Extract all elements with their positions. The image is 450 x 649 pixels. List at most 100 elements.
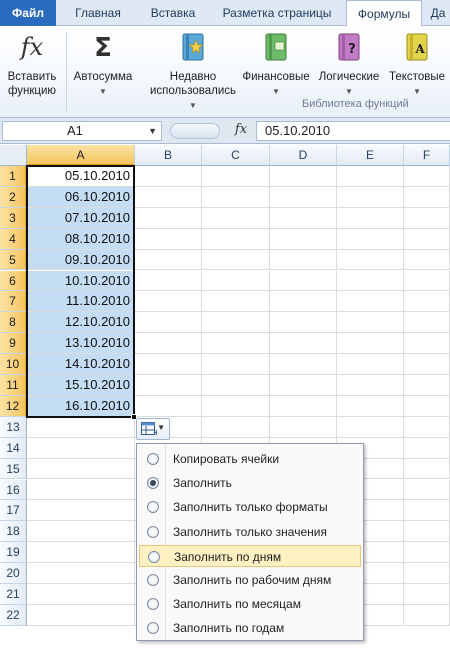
radio-icon[interactable] (147, 622, 159, 635)
cell-d6[interactable] (270, 270, 337, 292)
financial-button[interactable]: Финансовые ▼ (240, 30, 312, 99)
cell-f10[interactable] (404, 354, 450, 375)
cell-a22[interactable] (27, 604, 135, 626)
row-header-5[interactable]: 5 (0, 249, 27, 271)
row-header-6[interactable]: 6 (0, 270, 27, 292)
cell-f16[interactable] (404, 479, 450, 501)
cell-d13[interactable] (270, 416, 337, 438)
radio-icon[interactable] (147, 525, 159, 538)
row-header-11[interactable]: 11 (0, 375, 27, 396)
cell-a1[interactable]: 05.10.2010 (27, 166, 135, 187)
row-header-12[interactable]: 12 (0, 395, 27, 417)
column-header-b[interactable]: B (135, 145, 202, 166)
formula-input[interactable]: 05.10.2010 (256, 121, 450, 141)
autofill-option-4[interactable]: Заполнить по дням (139, 544, 361, 567)
cell-e6[interactable] (337, 270, 404, 292)
tab-page-layout[interactable]: Разметка страницы (212, 0, 342, 26)
cell-d1[interactable] (270, 166, 337, 187)
cell-d7[interactable] (270, 291, 337, 313)
insert-function-button[interactable]: fx Вставить функцию (2, 30, 62, 98)
radio-icon[interactable] (147, 453, 159, 465)
cell-f4[interactable] (404, 228, 450, 250)
row-header-14[interactable]: 14 (0, 437, 27, 459)
tab-file[interactable]: Файл (0, 0, 56, 26)
autofill-option-6[interactable]: Заполнить по месяцам (139, 593, 361, 615)
cell-a20[interactable] (27, 563, 135, 584)
tab-insert[interactable]: Вставка (140, 0, 206, 26)
cell-e1[interactable] (337, 166, 404, 187)
cell-a2[interactable]: 06.10.2010 (27, 186, 135, 208)
radio-icon[interactable] (148, 550, 160, 563)
cell-a14[interactable] (27, 437, 135, 459)
cell-b10[interactable] (135, 354, 202, 375)
cell-e12[interactable] (337, 395, 404, 417)
cell-a3[interactable]: 07.10.2010 (27, 207, 135, 229)
column-header-c[interactable]: C (202, 145, 270, 166)
cell-a6[interactable]: 10.10.2010 (27, 270, 135, 292)
row-header-15[interactable]: 15 (0, 458, 27, 480)
row-header-2[interactable]: 2 (0, 186, 27, 208)
text-functions-button[interactable]: A Текстовые ▼ (386, 30, 448, 99)
cell-a10[interactable]: 14.10.2010 (27, 354, 135, 375)
cell-d11[interactable] (270, 375, 337, 396)
cell-b6[interactable] (135, 270, 202, 292)
cell-c2[interactable] (202, 186, 270, 208)
cell-d12[interactable] (270, 395, 337, 417)
cell-f17[interactable] (404, 500, 450, 522)
select-all-corner[interactable] (0, 145, 27, 166)
cell-f21[interactable] (404, 584, 450, 605)
formula-bar-splitter[interactable] (170, 123, 220, 139)
cell-e13[interactable] (337, 416, 404, 438)
cell-f12[interactable] (404, 395, 450, 417)
recently-used-button[interactable]: Недавно использовались ▼ (150, 30, 236, 113)
row-header-3[interactable]: 3 (0, 207, 27, 229)
cell-f15[interactable] (404, 458, 450, 480)
cell-a15[interactable] (27, 458, 135, 480)
cell-f13[interactable] (404, 416, 450, 438)
autofill-option-0[interactable]: Копировать ячейки (139, 448, 361, 470)
row-header-16[interactable]: 16 (0, 479, 27, 501)
column-header-f[interactable]: F (404, 145, 450, 166)
radio-icon[interactable] (147, 574, 159, 586)
row-header-20[interactable]: 20 (0, 563, 27, 584)
row-header-1[interactable]: 1 (0, 166, 27, 187)
cell-e10[interactable] (337, 354, 404, 375)
cell-f6[interactable] (404, 270, 450, 292)
cell-a9[interactable]: 13.10.2010 (27, 333, 135, 355)
cell-a11[interactable]: 15.10.2010 (27, 375, 135, 396)
cell-f1[interactable] (404, 166, 450, 187)
column-header-d[interactable]: D (270, 145, 337, 166)
cell-c12[interactable] (202, 395, 270, 417)
row-header-4[interactable]: 4 (0, 228, 27, 250)
insert-function-fx-icon[interactable]: fx (230, 121, 252, 141)
autofill-option-7[interactable]: Заполнить по годам (139, 617, 361, 639)
autofill-option-2[interactable]: Заполнить только форматы (139, 496, 361, 518)
cell-b9[interactable] (135, 333, 202, 355)
logical-button[interactable]: ? Логические ▼ (314, 30, 384, 99)
cell-a21[interactable] (27, 584, 135, 605)
chevron-down-icon[interactable]: ▼ (148, 122, 157, 140)
row-header-8[interactable]: 8 (0, 312, 27, 334)
cell-c8[interactable] (202, 312, 270, 334)
cell-f3[interactable] (404, 207, 450, 229)
autosum-button[interactable]: Σ Автосумма ▼ (70, 30, 136, 99)
cell-a13[interactable] (27, 416, 135, 438)
cell-a17[interactable] (27, 500, 135, 522)
autofill-options-button[interactable]: + ▼ (136, 418, 170, 440)
cell-c7[interactable] (202, 291, 270, 313)
row-header-13[interactable]: 13 (0, 416, 27, 438)
cell-a8[interactable]: 12.10.2010 (27, 312, 135, 334)
cell-a5[interactable]: 09.10.2010 (27, 249, 135, 271)
cell-b2[interactable] (135, 186, 202, 208)
cell-b8[interactable] (135, 312, 202, 334)
cell-e11[interactable] (337, 375, 404, 396)
cell-c11[interactable] (202, 375, 270, 396)
cell-f9[interactable] (404, 333, 450, 355)
cell-d2[interactable] (270, 186, 337, 208)
cell-d3[interactable] (270, 207, 337, 229)
tab-home[interactable]: Главная (62, 0, 134, 26)
cell-b7[interactable] (135, 291, 202, 313)
cell-f20[interactable] (404, 563, 450, 584)
cell-b11[interactable] (135, 375, 202, 396)
autofill-option-3[interactable]: Заполнить только значения (139, 521, 361, 543)
